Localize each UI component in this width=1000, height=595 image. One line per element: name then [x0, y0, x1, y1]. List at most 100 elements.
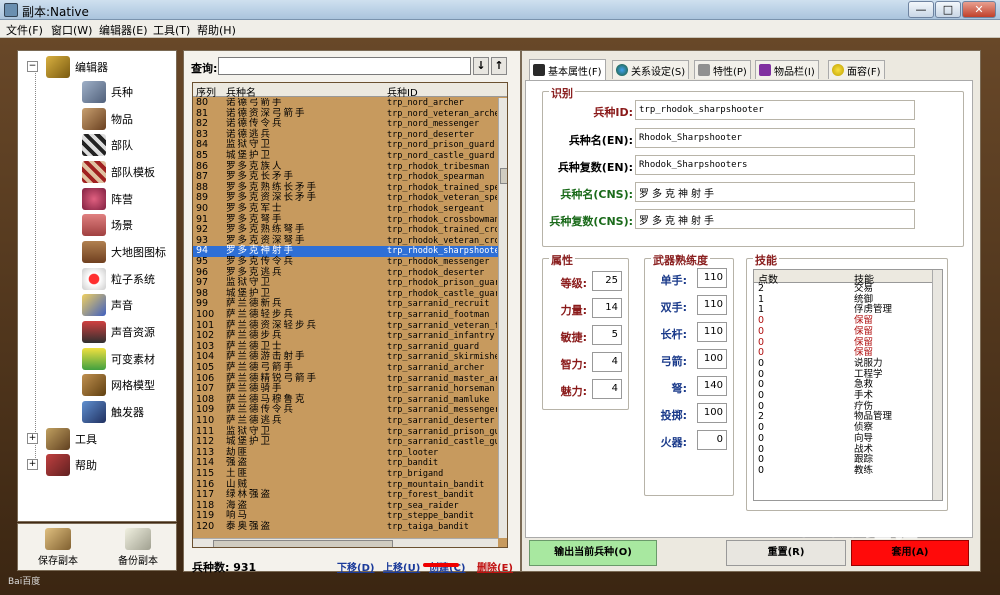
party-template-icon: [82, 161, 106, 183]
expand-toggle-tools[interactable]: +: [27, 433, 38, 444]
skill-row[interactable]: 0 急救: [754, 380, 932, 391]
tab-inventory[interactable]: 物品栏(I): [755, 60, 819, 79]
tree-item-items[interactable]: 物品: [82, 107, 133, 131]
row-index: 105: [196, 362, 215, 373]
expand-toggle-help[interactable]: +: [27, 459, 38, 470]
tree-item-sound-resources[interactable]: 声音资源: [82, 320, 155, 344]
move-up-button[interactable]: 上移(U): [383, 559, 420, 574]
tree-root-editor[interactable]: 编辑器: [46, 55, 108, 79]
tree-item-help[interactable]: 帮助: [46, 453, 97, 477]
wp-archery-input[interactable]: 100: [697, 349, 727, 369]
table-row[interactable]: 120 泰奥强盗 trp_taiga_bandit: [193, 521, 498, 533]
attr-agility-input[interactable]: 5: [592, 325, 622, 345]
row-id: trp_mountain_bandit: [387, 479, 485, 490]
scroll-thumb[interactable]: [500, 168, 507, 184]
plural-cns-field[interactable]: 罗多克神射手: [635, 209, 915, 229]
tree-item-parties[interactable]: 部队: [82, 133, 133, 157]
wp-polearm-input[interactable]: 110: [697, 322, 727, 342]
table-row[interactable]: 100 萨兰德轻步兵 trp_sarranid_footman: [193, 309, 498, 321]
tab-traits[interactable]: 特性(P): [694, 60, 751, 79]
tree-item-sounds[interactable]: 声音: [82, 293, 133, 317]
table-vertical-scrollbar[interactable]: [498, 98, 507, 538]
skill-row[interactable]: 0 手术: [754, 390, 932, 402]
table-body: 80 诺德弓箭手 trp_nord_archer 81 诺德资深弓箭手 trp_nord_…: [193, 98, 498, 538]
table-row[interactable]: 115 土匪 trp_brigand: [193, 468, 498, 480]
skill-row[interactable]: 0 保留: [754, 347, 932, 359]
menu-file[interactable]: 文件(F): [6, 22, 43, 38]
export-troop-button[interactable]: 输出当前兵种(O): [529, 540, 657, 566]
tab-relations[interactable]: 关系设定(S): [612, 60, 690, 79]
menu-window[interactable]: 窗口(W): [51, 22, 92, 38]
tab-face[interactable]: 面容(F): [828, 60, 885, 79]
skill-row[interactable]: 2 交易: [754, 283, 932, 295]
maximize-button[interactable]: □: [935, 1, 961, 18]
tree-item-particle-systems[interactable]: 粒子系统: [82, 267, 155, 291]
skill-row[interactable]: 2 物品管理: [754, 412, 932, 423]
wp-one-handed-input[interactable]: 110: [697, 268, 727, 288]
table-row[interactable]: 90 罗多克军士 trp_rhodok_sergeant: [193, 203, 498, 215]
skills-header: 点数 技能: [754, 270, 932, 286]
skill-row[interactable]: 0 跟踪: [754, 454, 932, 466]
attr-level-input[interactable]: 25: [592, 271, 622, 291]
table-horizontal-scrollbar[interactable]: [193, 538, 498, 547]
skill-row[interactable]: 0 工程学: [754, 369, 932, 381]
skill-row[interactable]: 0 向导: [754, 433, 932, 445]
attr-strength-input[interactable]: 14: [592, 298, 622, 318]
tree-item-map-icons[interactable]: 大地图图标: [82, 240, 166, 264]
close-button[interactable]: ✕: [962, 1, 996, 18]
delete-button[interactable]: 删除(E): [477, 559, 513, 574]
tree-item-factions[interactable]: 阵营: [82, 187, 133, 211]
tree-item-scenes[interactable]: 场景: [82, 213, 133, 237]
tree-item-tools[interactable]: 工具: [46, 427, 97, 451]
skill-row[interactable]: 0 战术: [754, 444, 932, 456]
wp-crossbow-input[interactable]: 140: [697, 376, 727, 396]
skills-scrollbar[interactable]: [932, 270, 942, 500]
skill-row[interactable]: 0 保留: [754, 326, 932, 338]
attr-intelligence-input[interactable]: 4: [592, 352, 622, 372]
skill-row[interactable]: 0 保留: [754, 315, 932, 327]
wp-firearm-input[interactable]: 0: [697, 430, 727, 450]
tree-item-triggers[interactable]: 触发器: [82, 400, 144, 424]
collapse-toggle[interactable]: −: [27, 61, 38, 72]
minimize-button[interactable]: —: [908, 1, 934, 18]
row-id: trp_sarranid_recruit: [387, 299, 490, 310]
tree-item-troops[interactable]: 兵种: [82, 80, 133, 104]
search-up-button[interactable]: ↑: [491, 57, 507, 75]
tab-basic-attributes[interactable]: 基本属性(F): [529, 59, 606, 80]
table-row[interactable]: 105 萨兰德弓箭手 trp_sarranid_archer: [193, 362, 498, 374]
skill-row[interactable]: 0 保留: [754, 337, 932, 349]
menu-editor[interactable]: 编辑器(E): [99, 22, 148, 38]
tree-item-party-templates[interactable]: 部队模板: [82, 160, 155, 184]
table-row[interactable]: 95 罗多克传令兵 trp_rhodok_messenger: [193, 256, 498, 268]
name-cns-field[interactable]: 罗多克神射手: [635, 182, 915, 202]
skill-row[interactable]: 0 说服力: [754, 358, 932, 370]
wp-throwing-input[interactable]: 100: [697, 403, 727, 423]
col-id-header[interactable]: 兵种ID: [387, 84, 418, 99]
backup-copy-button[interactable]: 备份副本: [98, 524, 178, 572]
skill-row[interactable]: 0 教练: [754, 465, 932, 477]
skill-row[interactable]: 0 疗伤: [754, 401, 932, 413]
menu-help[interactable]: 帮助(H): [197, 22, 236, 38]
skill-row[interactable]: 1 统御: [754, 294, 932, 306]
troop-id-field[interactable]: trp_rhodok_sharpshooter: [635, 100, 915, 120]
skill-row[interactable]: 1 俘虏管理: [754, 305, 932, 316]
wp-two-handed-input[interactable]: 110: [697, 295, 727, 315]
tree-item-meshes[interactable]: 网格模型: [82, 373, 155, 397]
table-row[interactable]: 80 诺德弓箭手 trp_nord_archer: [193, 98, 498, 109]
col-name-header[interactable]: 兵种名: [226, 84, 256, 99]
skill-row[interactable]: 0 侦察: [754, 422, 932, 434]
move-down-button[interactable]: 下移(D): [337, 559, 374, 574]
scroll-thumb[interactable]: [213, 540, 393, 547]
search-down-button[interactable]: ↓: [473, 57, 489, 75]
attr-charisma-input[interactable]: 4: [592, 379, 622, 399]
menu-tools[interactable]: 工具(T): [153, 22, 190, 38]
name-en-field[interactable]: Rhodok_Sharpshooter: [635, 128, 915, 148]
tree-item-variable-materials[interactable]: 可变素材: [82, 347, 155, 371]
table-row[interactable]: 110 萨兰德逃兵 trp_sarranid_deserter: [193, 415, 498, 427]
plural-en-field[interactable]: Rhodok_Sharpshooters: [635, 155, 915, 175]
col-index-header[interactable]: 序列: [196, 84, 216, 99]
save-copy-button[interactable]: 保存副本: [18, 524, 98, 572]
table-row[interactable]: 85 城堡护卫 trp_nord_castle_guard: [193, 150, 498, 162]
row-name: 城堡护卫: [226, 150, 273, 161]
query-input[interactable]: [218, 57, 471, 75]
